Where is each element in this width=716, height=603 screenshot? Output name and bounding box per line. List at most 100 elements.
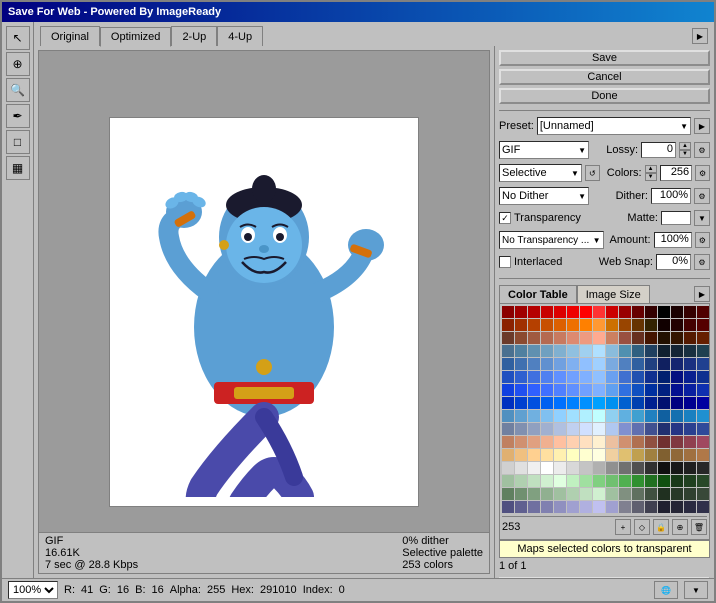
color-cell[interactable] [632,332,644,344]
color-cell[interactable] [684,475,696,487]
tab-optimized[interactable]: Optimized [100,27,172,47]
color-cell[interactable] [554,423,566,435]
color-cell[interactable] [541,371,553,383]
color-cell[interactable] [528,371,540,383]
color-cell[interactable] [645,462,657,474]
add-color-icon[interactable]: + [615,519,631,535]
color-cell[interactable] [671,345,683,357]
color-cell[interactable] [645,488,657,500]
color-cell[interactable] [671,475,683,487]
color-cell[interactable] [619,449,631,461]
color-cell[interactable] [593,319,605,331]
color-cell[interactable] [645,423,657,435]
color-cell[interactable] [593,436,605,448]
color-cell[interactable] [515,371,527,383]
tab-arrow-btn[interactable]: ▶ [692,28,708,44]
color-cell[interactable] [606,501,618,513]
color-cell[interactable] [684,306,696,318]
color-cell[interactable] [541,488,553,500]
color-cell[interactable] [619,423,631,435]
palette-rebuild-icon[interactable]: ↺ [585,165,600,181]
color-cell[interactable] [580,475,592,487]
color-cell[interactable] [658,371,670,383]
color-cell[interactable] [541,332,553,344]
color-cell[interactable] [697,488,709,500]
color-cell[interactable] [567,423,579,435]
color-cell[interactable] [580,345,592,357]
color-cell[interactable] [671,488,683,500]
color-cell[interactable] [658,306,670,318]
color-cell[interactable] [593,345,605,357]
color-cell[interactable] [645,449,657,461]
color-cell[interactable] [658,332,670,344]
color-cell[interactable] [541,345,553,357]
color-cell[interactable] [619,475,631,487]
color-cell[interactable] [528,423,540,435]
color-cell[interactable] [502,332,514,344]
color-cell[interactable] [515,488,527,500]
color-cell[interactable] [554,462,566,474]
color-cell[interactable] [671,371,683,383]
color-cell[interactable] [567,332,579,344]
color-cell[interactable] [697,410,709,422]
color-cell[interactable] [515,501,527,513]
delete-color-icon[interactable]: 🗑 [691,519,707,535]
color-cell[interactable] [645,436,657,448]
amount-input[interactable]: 100% [654,232,692,248]
color-cell[interactable] [645,371,657,383]
color-cell[interactable] [502,345,514,357]
color-cell[interactable] [593,475,605,487]
color-cell[interactable] [567,475,579,487]
color-cell[interactable] [502,449,514,461]
color-cell[interactable] [567,306,579,318]
tool-arrow[interactable]: ↖ [6,26,30,50]
color-cell[interactable] [580,501,592,513]
color-cell[interactable] [580,436,592,448]
color-cell[interactable] [502,358,514,370]
color-cell[interactable] [515,306,527,318]
dither-pct-menu-icon[interactable]: ⚙ [694,188,710,204]
color-cell[interactable] [671,410,683,422]
color-cell[interactable] [684,436,696,448]
color-cell[interactable] [697,319,709,331]
color-cell[interactable] [502,436,514,448]
color-cell[interactable] [502,475,514,487]
color-cell[interactable] [593,449,605,461]
color-cell[interactable] [684,358,696,370]
color-cell[interactable] [606,436,618,448]
colors-up-icon[interactable]: ▲ [645,165,657,173]
tab-4up[interactable]: 4-Up [217,26,263,46]
color-cell[interactable] [632,397,644,409]
color-cell[interactable] [606,423,618,435]
color-cell[interactable] [684,332,696,344]
color-cell[interactable] [619,306,631,318]
lossy-down-icon[interactable]: ▼ [679,150,691,158]
matte-swatch[interactable] [661,211,691,225]
color-cell[interactable] [671,306,683,318]
color-cell[interactable] [645,345,657,357]
palette-select[interactable]: Selective ▼ [499,164,582,182]
color-cell[interactable] [697,306,709,318]
color-cell[interactable] [541,436,553,448]
color-cell[interactable] [645,410,657,422]
color-cell[interactable] [619,358,631,370]
lossy-menu-icon[interactable]: ⚙ [694,142,710,158]
color-cell[interactable] [554,306,566,318]
color-cell[interactable] [580,371,592,383]
color-cell[interactable] [658,462,670,474]
color-cell[interactable] [684,371,696,383]
color-cell[interactable] [554,449,566,461]
color-cell[interactable] [528,475,540,487]
color-cell[interactable] [658,319,670,331]
color-cell[interactable] [658,358,670,370]
color-cell[interactable] [671,319,683,331]
color-cell[interactable] [515,475,527,487]
color-cell[interactable] [684,488,696,500]
color-cell[interactable] [554,345,566,357]
color-cell[interactable] [658,436,670,448]
color-cell[interactable] [671,384,683,396]
color-cell[interactable] [671,423,683,435]
color-cell[interactable] [697,475,709,487]
color-cell[interactable] [502,371,514,383]
color-cell[interactable] [528,306,540,318]
